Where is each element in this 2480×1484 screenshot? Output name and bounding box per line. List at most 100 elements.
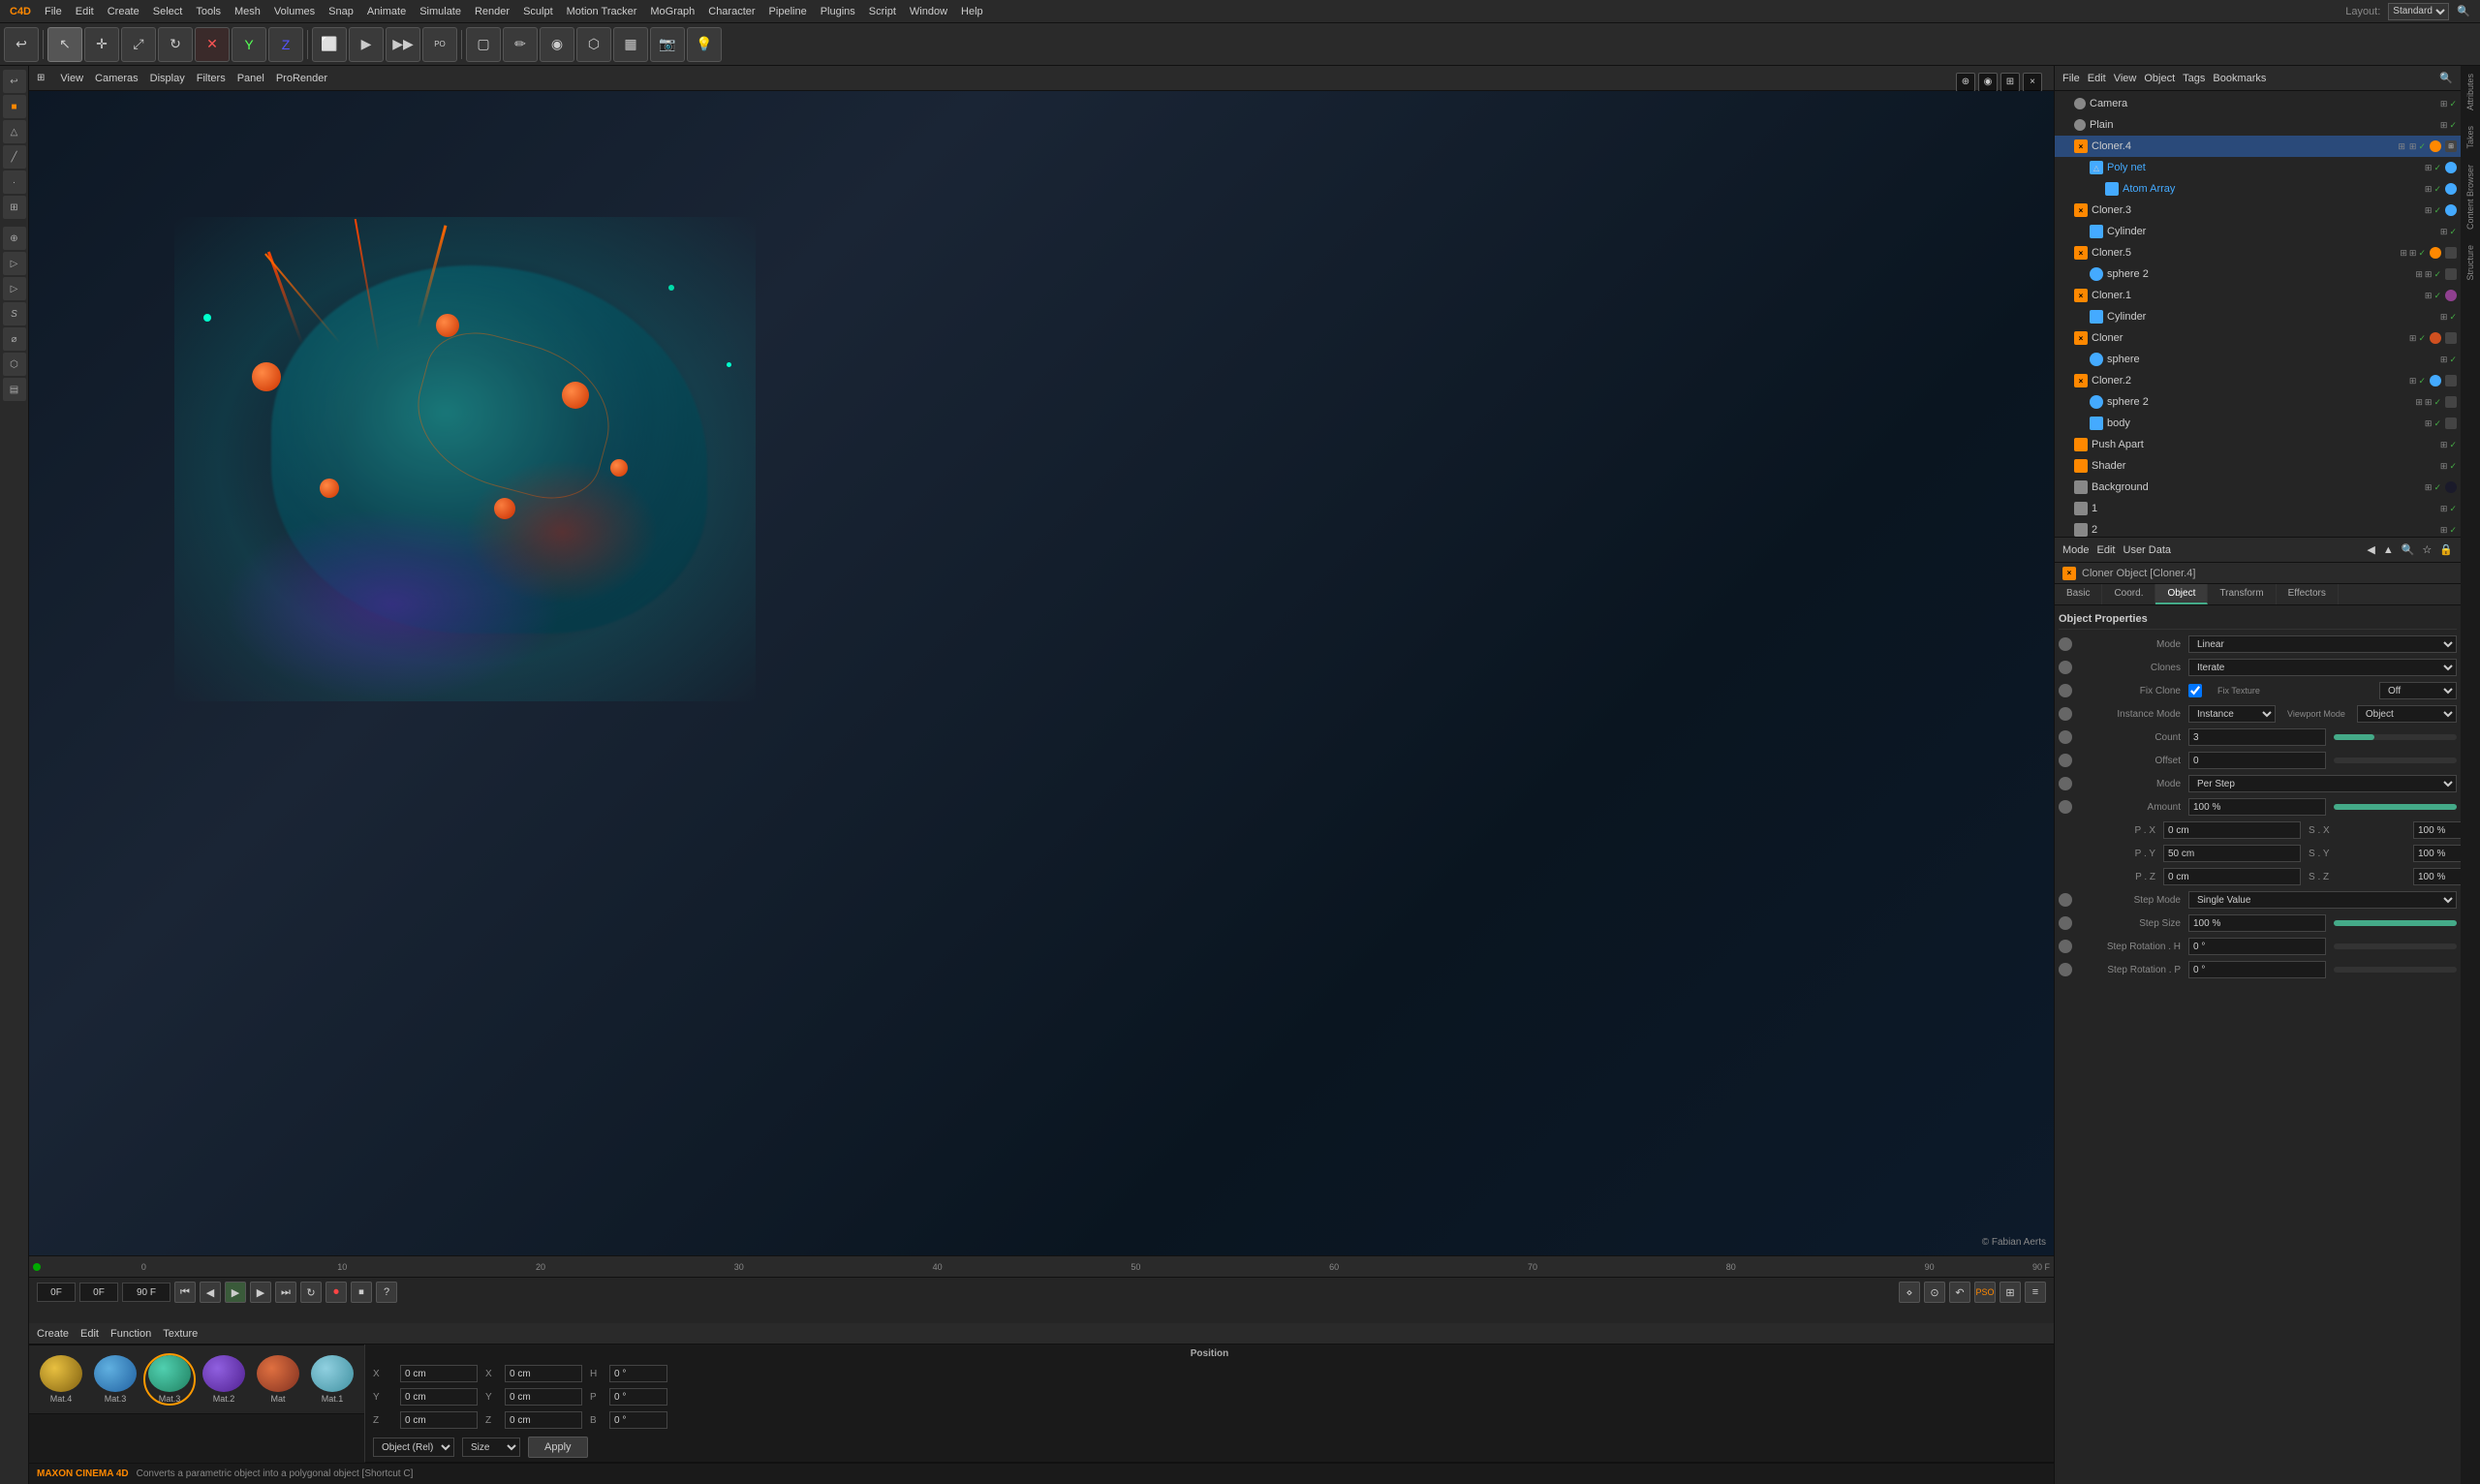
amount-slider[interactable]	[2334, 804, 2457, 810]
mat-header-function[interactable]: Function	[110, 1328, 151, 1340]
menu-help[interactable]: Help	[955, 4, 989, 19]
px-input[interactable]	[2163, 821, 2301, 839]
menu-mesh[interactable]: Mesh	[229, 4, 266, 19]
viewport-prorender[interactable]: ProRender	[276, 73, 327, 84]
tree-item-cylinder1[interactable]: Cylinder ⊞ ✓	[2055, 221, 2461, 242]
menu-snap[interactable]: Snap	[323, 4, 359, 19]
py-input[interactable]	[2163, 845, 2301, 862]
tab-object[interactable]: Object	[2155, 584, 2208, 604]
menu-animate[interactable]: Animate	[361, 4, 412, 19]
size-z-input[interactable]	[505, 1411, 582, 1429]
tree-item-background[interactable]: Background ⊞ ✓	[2055, 477, 2461, 498]
help-btn[interactable]: ?	[376, 1282, 397, 1303]
tree-item-plain[interactable]: Plain ⊞ ✓	[2055, 114, 2461, 136]
timeline-extra3[interactable]: ≡	[2025, 1282, 2046, 1303]
go-start-btn[interactable]: ⏮	[174, 1282, 196, 1303]
mat-header-edit[interactable]: Edit	[80, 1328, 99, 1340]
instancemode-dropdown[interactable]: Instance	[2188, 705, 2276, 723]
sidebar-edge-mode[interactable]: ╱	[3, 145, 26, 169]
tree-item-cloner4[interactable]: × Cloner.4 ⊞ ⊞ ✓ ⊞	[2055, 136, 2461, 157]
prev-frame-btn[interactable]: ◀	[200, 1282, 221, 1303]
vtab-structure[interactable]: Structure	[2462, 237, 2479, 289]
current-frame-display[interactable]	[79, 1283, 118, 1302]
sidebar-model-mode[interactable]: ■	[3, 95, 26, 118]
attr-mode-btn[interactable]: Mode	[2062, 544, 2090, 556]
tree-item-sphere2a[interactable]: sphere 2 ⊞ ⊞ ✓	[2055, 263, 2461, 285]
mat-header-create[interactable]: Create	[37, 1328, 69, 1340]
sx-input[interactable]	[2413, 821, 2461, 839]
pen-btn[interactable]: ✏	[503, 27, 538, 62]
vtab-content-browser[interactable]: Content Browser	[2462, 157, 2479, 237]
material-mat3-teal[interactable]: Mat.3	[145, 1355, 194, 1404]
viewport-display[interactable]: Display	[150, 73, 185, 84]
menu-script[interactable]: Script	[863, 4, 902, 19]
vp-ctrl-4[interactable]: ×	[2023, 73, 2042, 92]
tree-item-cloner[interactable]: × Cloner ⊞ ✓	[2055, 327, 2461, 349]
offset-slider[interactable]	[2334, 757, 2457, 763]
offset-input[interactable]	[2188, 752, 2326, 769]
render-region[interactable]: ⬜	[312, 27, 347, 62]
steph-slider[interactable]	[2334, 943, 2457, 949]
rot-p-input[interactable]	[609, 1388, 667, 1406]
tree-item-body[interactable]: body ⊞ ✓	[2055, 413, 2461, 434]
attr-edit-btn[interactable]: Edit	[2097, 544, 2116, 556]
menu-create[interactable]: Create	[102, 4, 145, 19]
sidebar-tool3[interactable]: ⌀	[3, 327, 26, 351]
rp-file[interactable]: File	[2062, 73, 2080, 84]
rp-bookmarks[interactable]: Bookmarks	[2213, 73, 2266, 84]
menu-volumes[interactable]: Volumes	[268, 4, 321, 19]
sidebar-tool4[interactable]: ⬡	[3, 353, 26, 376]
stepp-input[interactable]	[2188, 961, 2326, 978]
sidebar-s-icon[interactable]: S	[3, 302, 26, 325]
sidebar-point-mode[interactable]: ·	[3, 170, 26, 194]
sidebar-tool2[interactable]: ▷	[3, 277, 26, 300]
cube-btn[interactable]: ▢	[466, 27, 501, 62]
next-frame-btn[interactable]: ▶	[250, 1282, 271, 1303]
timeline-extra2[interactable]: ⊞	[2000, 1282, 2021, 1303]
sidebar-snap[interactable]: ⊕	[3, 227, 26, 250]
tree-item-sphere2b[interactable]: sphere 2 ⊞ ⊞ ✓	[2055, 391, 2461, 413]
attr-userdata-btn[interactable]: User Data	[2124, 544, 2172, 556]
tree-item-atomarray[interactable]: Atom Array ⊞ ✓	[2055, 178, 2461, 200]
viewport[interactable]: © Fabian Aerts	[29, 91, 2054, 1255]
rot-h-input[interactable]	[609, 1365, 667, 1382]
record-btn[interactable]: ⏺	[326, 1282, 347, 1303]
tree-item-cylinder2[interactable]: Cylinder ⊞ ✓	[2055, 306, 2461, 327]
vtab-attributes[interactable]: Attributes	[2462, 66, 2479, 118]
checker-btn[interactable]: ▦	[613, 27, 648, 62]
sidebar-tool5[interactable]: ▤	[3, 378, 26, 401]
viewport-menu-icon[interactable]: ⊞	[37, 73, 45, 83]
end-frame-input[interactable]	[122, 1283, 170, 1302]
select-tool[interactable]: ↖	[47, 27, 82, 62]
viewport-view[interactable]: View	[60, 73, 83, 84]
stepmode-dropdown[interactable]: Single Value	[2188, 891, 2457, 909]
tree-item-cloner2[interactable]: × Cloner.2 ⊞ ✓	[2055, 370, 2461, 391]
undo-button[interactable]: ↩	[4, 27, 39, 62]
tree-item-mat2[interactable]: 2 ⊞ ✓	[2055, 519, 2461, 537]
attr-nav-left[interactable]: ◀	[2367, 543, 2374, 556]
tree-item-cloner5[interactable]: × Cloner.5 ⊞ ⊞ ✓	[2055, 242, 2461, 263]
menu-window[interactable]: Window	[904, 4, 953, 19]
rp-view[interactable]: View	[2114, 73, 2137, 84]
transform-mode-dropdown[interactable]: Object (Rel)	[373, 1438, 454, 1457]
fixtexture-dropdown[interactable]: Off	[2379, 682, 2457, 699]
tree-item-cloner3[interactable]: × Cloner.3 ⊞ ✓	[2055, 200, 2461, 221]
count-input[interactable]	[2188, 728, 2326, 746]
size-x-input[interactable]	[505, 1365, 582, 1382]
render-to-po[interactable]: PO	[422, 27, 457, 62]
pz-input[interactable]	[2163, 868, 2301, 885]
viewportmode-dropdown[interactable]: Object	[2357, 705, 2457, 723]
tab-basic[interactable]: Basic	[2055, 584, 2102, 604]
rp-object[interactable]: Object	[2144, 73, 2175, 84]
sidebar-poly-mode[interactable]: △	[3, 120, 26, 143]
viewport-panel[interactable]: Panel	[237, 73, 264, 84]
vp-ctrl-1[interactable]: ⊕	[1956, 73, 1975, 92]
tree-item-shader[interactable]: Shader ⊞ ✓	[2055, 455, 2461, 477]
x-btn[interactable]: ✕	[195, 27, 230, 62]
material-mat1[interactable]: Mat.1	[308, 1355, 356, 1404]
search-icon[interactable]: 🔍	[2451, 3, 2476, 19]
menu-mograph[interactable]: MoGraph	[644, 4, 700, 19]
attr-nav-up[interactable]: ▲	[2383, 544, 2394, 556]
material-mat3-blue[interactable]: Mat.3	[91, 1355, 140, 1404]
stepsize-slider[interactable]	[2334, 920, 2457, 926]
